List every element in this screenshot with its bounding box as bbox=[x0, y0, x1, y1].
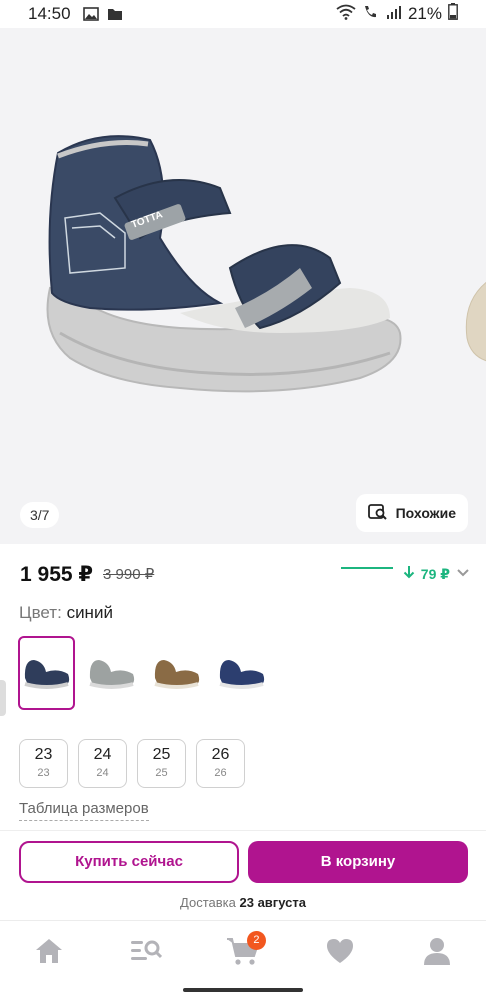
heart-icon bbox=[325, 937, 355, 970]
battery-icon bbox=[448, 3, 458, 25]
price-drop-value: 79 ₽ bbox=[420, 565, 450, 582]
home-icon bbox=[34, 937, 64, 970]
status-bar: 14:50 21% bbox=[0, 0, 486, 28]
home-indicator[interactable] bbox=[183, 988, 303, 992]
wifi-icon bbox=[336, 4, 356, 25]
battery-percent: 21% bbox=[407, 4, 442, 23]
catalog-search-icon bbox=[130, 938, 162, 969]
color-key: Цвет: bbox=[19, 603, 62, 622]
nav-favorites[interactable] bbox=[315, 929, 365, 979]
delivery-label: Доставка bbox=[180, 895, 236, 910]
size-value: 24 bbox=[93, 746, 112, 763]
variant-grey[interactable] bbox=[83, 636, 140, 710]
gallery-notification-icon bbox=[82, 7, 99, 21]
size-option-25[interactable]: 25 25 bbox=[137, 739, 186, 788]
next-product-image-peek bbox=[462, 278, 486, 373]
action-area: Купить сейчас В корзину Доставка 23 авгу… bbox=[0, 830, 486, 920]
color-value: синий bbox=[66, 603, 113, 622]
size-selector: 23 23 24 24 25 25 26 26 bbox=[19, 739, 245, 788]
size-value: 25 bbox=[152, 746, 171, 763]
color-label: Цвет: синий bbox=[19, 603, 113, 623]
variant-brown[interactable] bbox=[148, 636, 205, 710]
size-sub: 24 bbox=[96, 767, 109, 779]
current-price: 1 955 ₽ bbox=[20, 562, 93, 586]
side-panel-handle[interactable] bbox=[0, 680, 6, 716]
size-value: 23 bbox=[34, 746, 53, 763]
product-gallery[interactable]: TOTTA 3/7 Похожие bbox=[0, 28, 486, 544]
wifi-call-icon bbox=[362, 4, 380, 25]
buy-now-button[interactable]: Купить сейчас bbox=[19, 841, 239, 883]
price-history-line bbox=[340, 567, 393, 569]
image-counter: 3/7 bbox=[20, 502, 60, 528]
size-option-26[interactable]: 26 26 bbox=[196, 739, 245, 788]
similar-button[interactable]: Похожие bbox=[355, 494, 468, 532]
delivery-date: 23 августа bbox=[239, 895, 306, 910]
price-history-toggle[interactable]: 79 ₽ bbox=[340, 565, 470, 584]
add-to-cart-button[interactable]: В корзину bbox=[248, 841, 468, 883]
status-time: 14:50 bbox=[28, 4, 71, 23]
search-image-icon bbox=[367, 503, 388, 524]
nav-cart[interactable]: 2 bbox=[218, 929, 268, 979]
arrow-down-icon bbox=[403, 565, 415, 584]
size-option-23[interactable]: 23 23 bbox=[19, 739, 68, 788]
color-variants bbox=[18, 636, 270, 710]
nav-home[interactable] bbox=[24, 929, 74, 979]
nav-catalog[interactable] bbox=[121, 929, 171, 979]
size-sub: 23 bbox=[37, 767, 50, 779]
size-option-24[interactable]: 24 24 bbox=[78, 739, 127, 788]
nav-profile[interactable] bbox=[412, 929, 462, 979]
variant-dark-blue[interactable] bbox=[18, 636, 75, 710]
old-price: 3 990 ₽ bbox=[103, 566, 155, 583]
signal-icon bbox=[386, 4, 402, 25]
size-sub: 26 bbox=[214, 767, 227, 779]
size-sub: 25 bbox=[155, 767, 168, 779]
product-image: TOTTA bbox=[30, 118, 410, 423]
variant-navy[interactable] bbox=[213, 636, 270, 710]
user-icon bbox=[422, 936, 452, 971]
folder-notification-icon bbox=[107, 7, 123, 21]
chevron-down-icon bbox=[456, 565, 470, 583]
delivery-info: Доставка 23 августа bbox=[0, 895, 486, 910]
size-value: 26 bbox=[211, 746, 230, 763]
size-table-link[interactable]: Таблица размеров bbox=[19, 800, 149, 821]
cart-badge: 2 bbox=[246, 930, 266, 950]
similar-label: Похожие bbox=[395, 505, 456, 521]
price-row: 1 955 ₽ 3 990 ₽ 79 ₽ bbox=[20, 558, 470, 590]
